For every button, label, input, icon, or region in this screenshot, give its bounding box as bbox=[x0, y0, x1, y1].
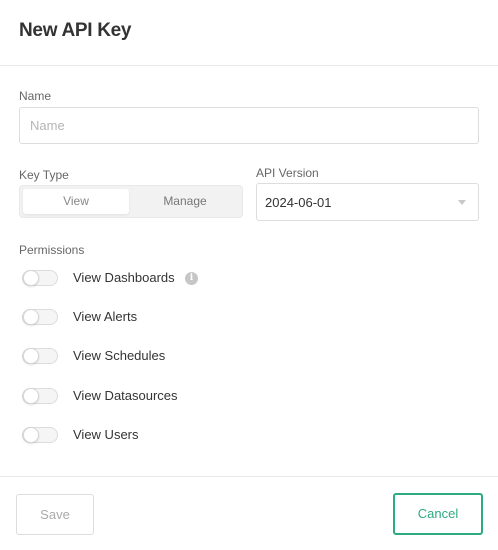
view-alerts-label: View Alerts bbox=[73, 309, 138, 324]
info-icon[interactable]: i bbox=[185, 272, 198, 285]
dialog-title: New API Key bbox=[19, 20, 132, 41]
permissions-label: Permissions bbox=[19, 243, 85, 257]
view-schedules-label: View Schedules bbox=[73, 348, 166, 363]
toggle-knob bbox=[23, 348, 39, 364]
key-type-view-option[interactable]: View bbox=[23, 189, 129, 214]
dialog-header: New API Key bbox=[0, 0, 498, 66]
toggle-knob bbox=[23, 388, 39, 404]
toggle-knob bbox=[23, 427, 39, 443]
key-type-label: Key Type bbox=[19, 168, 69, 182]
cancel-button[interactable]: Cancel bbox=[393, 493, 483, 535]
view-datasources-toggle[interactable] bbox=[22, 388, 58, 404]
toggle-knob bbox=[23, 270, 39, 286]
view-dashboards-label: View Dashboards bbox=[73, 270, 175, 285]
view-datasources-label: View Datasources bbox=[73, 388, 178, 403]
api-version-value: 2024-06-01 bbox=[265, 195, 332, 210]
name-label: Name bbox=[19, 89, 52, 103]
view-users-toggle[interactable] bbox=[22, 427, 58, 443]
toggle-knob bbox=[23, 309, 39, 325]
view-alerts-toggle[interactable] bbox=[22, 309, 58, 325]
view-dashboards-toggle[interactable] bbox=[22, 270, 58, 286]
view-users-label: View Users bbox=[73, 427, 139, 442]
key-type-manage-option[interactable]: Manage bbox=[132, 189, 238, 214]
name-input[interactable] bbox=[19, 107, 479, 144]
api-version-select[interactable]: 2024-06-01 bbox=[256, 183, 479, 221]
chevron-down-icon bbox=[458, 200, 466, 205]
view-schedules-toggle[interactable] bbox=[22, 348, 58, 364]
save-button[interactable]: Save bbox=[16, 494, 94, 535]
api-version-label: API Version bbox=[256, 166, 319, 180]
key-type-toggle: View Manage bbox=[19, 185, 243, 218]
